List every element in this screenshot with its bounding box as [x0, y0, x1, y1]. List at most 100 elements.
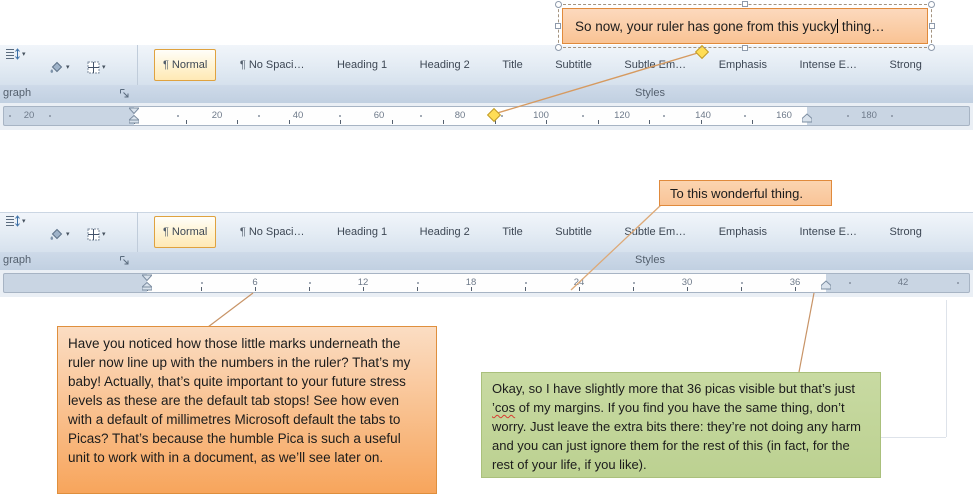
style-chip-subtitle[interactable]: Subtitle [546, 216, 601, 248]
ruler-mid-dot [891, 115, 893, 117]
right-indent-marker[interactable] [821, 280, 831, 290]
style-chip-subtle-em[interactable]: Subtle Em… [615, 49, 695, 81]
style-chip-no-spaci[interactable]: ¶ No Spaci… [231, 216, 314, 248]
selection-handle-top-left[interactable] [555, 1, 562, 8]
shading-icon [50, 228, 63, 240]
style-chip-title[interactable]: Title [493, 216, 531, 248]
style-chip-emphasis[interactable]: Emphasis [710, 49, 776, 81]
indent-markers[interactable] [129, 107, 139, 124]
ruler-number: 42 [897, 277, 909, 288]
style-chip-heading-2[interactable]: Heading 2 [411, 49, 479, 81]
hanging-indent-marker[interactable] [142, 281, 152, 288]
style-chip-intense-e[interactable]: Intense E… [791, 49, 866, 81]
dropdown-arrow-icon: ▾ [22, 217, 26, 225]
selection-handle-top-right[interactable] [928, 1, 935, 8]
borders-icon [87, 61, 100, 74]
ruler-margin-number: 20 [23, 110, 35, 121]
style-chip-no-spaci[interactable]: ¶ No Spaci… [231, 49, 314, 81]
pilcrow-icon: ¶ [239, 226, 246, 238]
line-spacing-button[interactable]: ▾ [2, 46, 29, 62]
style-chip-label: Intense E… [799, 59, 857, 71]
ribbon-group-labels-bottom: graph Styles [0, 252, 973, 271]
tab-stop-mark [649, 120, 650, 124]
shading-button[interactable]: ▾ [46, 59, 73, 76]
borders-button[interactable]: ▾ [84, 226, 109, 243]
style-chip-label: Subtle Em… [624, 226, 687, 238]
style-chip-intense-e[interactable]: Intense E… [791, 216, 866, 248]
style-chip-label: Emphasis [718, 226, 767, 238]
styles-gallery-top: ¶ Normal ¶ No Spaci… Heading 1 Heading 2 Title… [146, 48, 973, 82]
pilcrow-icon: ¶ [163, 59, 169, 71]
word-ruler-tutorial-screenshot: ▾ ▾ ▾ ¶ Normal ¶ No Spaci… Heading 1 Heading … [0, 0, 973, 499]
style-chip-strong[interactable]: Strong [881, 216, 931, 248]
borders-button[interactable]: ▾ [84, 59, 109, 76]
text-run: Okay, so I have slightly more that 36 pi… [492, 381, 855, 396]
style-chip-subtitle[interactable]: Subtitle [546, 49, 601, 81]
style-chip-strong[interactable]: Strong [881, 49, 931, 81]
tab-stop-mark [417, 287, 418, 291]
style-chip-normal[interactable]: ¶ Normal [154, 216, 217, 248]
style-chip-heading-1[interactable]: Heading 1 [328, 216, 396, 248]
horizontal-ruler-millimetres[interactable]: 20 40 60 80 100 120 140 160 20 180 [3, 106, 970, 126]
first-line-indent-marker[interactable] [142, 274, 152, 282]
tab-stop-mark [471, 287, 472, 291]
pilcrow-icon: ¶ [163, 226, 169, 238]
tab-stop-mark [795, 287, 796, 291]
hanging-indent-marker[interactable] [129, 114, 139, 121]
tab-stop-mark [741, 287, 742, 291]
style-chip-label: Title [502, 226, 523, 238]
first-line-indent-marker[interactable] [129, 107, 139, 115]
ruler-mid-dot [257, 115, 260, 117]
text-run: So now, your ruler has gone from this yu… [575, 18, 837, 34]
line-spacing-button[interactable]: ▾ [2, 213, 29, 229]
callout-yucky-thing[interactable]: So now, your ruler has gone from this yu… [562, 8, 928, 44]
ruler-mid-dot [419, 115, 422, 117]
ruler-area-bottom: 6 12 18 24 30 36 42 [0, 270, 973, 297]
ruler-mid-dot [500, 115, 503, 117]
dropdown-arrow-icon: ▾ [102, 231, 106, 238]
styles-group-label: Styles [635, 87, 665, 99]
ruler-number: 140 [695, 110, 711, 121]
dialog-launcher-icon[interactable] [119, 255, 130, 266]
selection-handle-bottom-right[interactable] [928, 44, 935, 51]
ruler-mid-dot [338, 115, 341, 117]
style-chip-heading-2[interactable]: Heading 2 [411, 216, 479, 248]
callout-wonderful-thing[interactable]: To this wonderful thing. [659, 180, 832, 206]
ruler-mid-dot [633, 282, 635, 284]
styles-gallery-bottom: ¶ Normal ¶ No Spaci… Heading 1 Heading 2 Title… [146, 215, 973, 249]
shading-icon [50, 61, 63, 73]
callout-tab-stops[interactable]: Have you noticed how those little marks … [57, 326, 437, 494]
indent-markers[interactable] [142, 274, 152, 291]
style-chip-heading-1[interactable]: Heading 1 [328, 49, 396, 81]
ruler-mid-dot [957, 282, 959, 284]
style-chip-label: Heading 2 [419, 59, 470, 71]
ruler-number: 160 [776, 110, 792, 121]
horizontal-ruler-picas[interactable]: 6 12 18 24 30 36 42 [3, 273, 970, 293]
style-chip-emphasis[interactable]: Emphasis [710, 216, 776, 248]
selection-handle-right[interactable] [929, 23, 935, 29]
selection-handle-bottom[interactable] [742, 45, 748, 51]
selection-handle-bottom-left[interactable] [555, 44, 562, 51]
ruler-area-top: 20 40 60 80 100 120 140 160 20 180 [0, 103, 973, 130]
ruler-mid-dot [847, 115, 849, 117]
paragraph-group-label: graph [3, 254, 32, 266]
shading-button[interactable]: ▾ [46, 226, 73, 243]
right-indent-marker[interactable] [802, 113, 812, 123]
callout-yucky-selection-frame[interactable]: So now, your ruler has gone from this yu… [555, 1, 935, 51]
selection-handle-left[interactable] [555, 23, 561, 29]
selection-handle-top[interactable] [742, 1, 748, 7]
ruler-mid-dot [741, 282, 743, 284]
callout-margins[interactable]: Okay, so I have slightly more that 36 pi… [481, 372, 881, 478]
text-run: of my margins. If you find you have the … [492, 400, 861, 472]
line-spacing-icon [6, 48, 20, 60]
style-chip-subtle-em[interactable]: Subtle Em… [615, 216, 695, 248]
dialog-launcher-icon[interactable] [119, 88, 130, 99]
page-edge-horizontal [878, 437, 946, 438]
style-chip-title[interactable]: Title [493, 49, 531, 81]
left-indent-marker[interactable] [142, 286, 152, 291]
ruler-mid-dot [525, 282, 527, 284]
style-chip-label: Strong [889, 226, 922, 238]
left-indent-marker[interactable] [129, 119, 139, 124]
tab-stop-mark [525, 287, 526, 291]
style-chip-normal[interactable]: ¶ Normal [154, 49, 217, 81]
